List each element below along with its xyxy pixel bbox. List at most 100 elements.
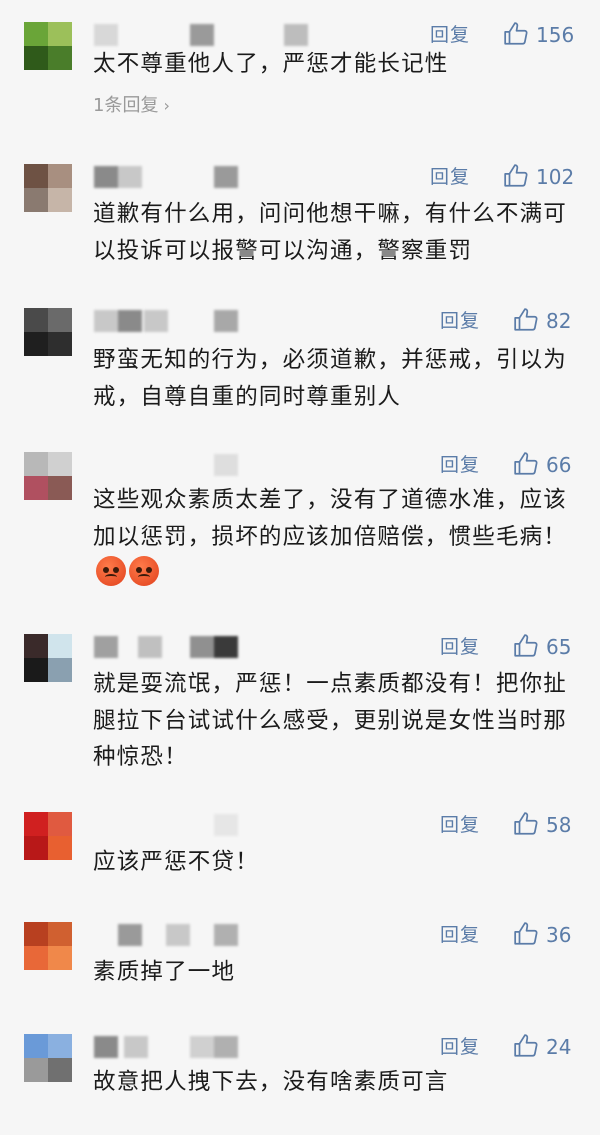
avatar-tile	[48, 452, 72, 476]
avatar-tile	[24, 332, 48, 356]
avatar[interactable]	[24, 308, 72, 356]
avatar-tile	[24, 22, 48, 46]
username-pixel-block	[138, 636, 162, 658]
username-pixel-block	[214, 454, 238, 476]
comment-text: 道歉有什么用，问问他想干嘛，有什么不满可以投诉可以报警可以沟通，警察重罚	[93, 201, 568, 264]
avatar-tile	[48, 46, 72, 70]
avatar-tile	[24, 188, 48, 212]
like-count: 65	[546, 635, 572, 659]
avatar-tile	[24, 1034, 48, 1058]
like-count: 66	[546, 453, 572, 477]
avatar-tile	[24, 946, 48, 970]
reply-button[interactable]: 回复	[440, 452, 480, 478]
avatar[interactable]	[24, 812, 72, 860]
comment-text: 这些观众素质太差了，没有了道德水准，应该加以惩罚，损坏的应该加倍赔偿，惯些毛病！	[93, 482, 573, 592]
username-pixel-block	[214, 636, 238, 658]
avatar[interactable]	[24, 452, 72, 500]
username-blurred[interactable]	[94, 636, 254, 660]
avatar[interactable]	[24, 22, 72, 70]
username-pixel-block	[214, 814, 238, 836]
reply-button[interactable]: 回复	[440, 812, 480, 838]
avatar[interactable]	[24, 922, 72, 970]
thumbs-up-icon[interactable]	[513, 811, 539, 837]
username-pixel-block	[284, 24, 308, 46]
comment-text: 就是耍流氓，严惩！一点素质都没有！把你扯腿拉下台试试什么感受，更别说是女性当时那…	[93, 671, 568, 770]
username-pixel-block	[190, 24, 214, 46]
avatar-tile	[48, 22, 72, 46]
username-pixel-block	[94, 636, 118, 658]
avatar-tile	[24, 1058, 48, 1082]
avatar-tile	[24, 452, 48, 476]
avatar-tile	[48, 812, 72, 836]
reply-button[interactable]: 回复	[440, 922, 480, 948]
avatar-tile	[48, 308, 72, 332]
comment-text-content: 这些观众素质太差了，没有了道德水准，应该加以惩罚，损坏的应该加倍赔偿，惯些毛病！	[93, 487, 568, 550]
reply-button[interactable]: 回复	[430, 164, 470, 190]
thumbs-up-icon[interactable]	[503, 21, 529, 47]
username-blurred[interactable]	[94, 310, 254, 334]
username-blurred[interactable]	[94, 454, 254, 478]
like-count: 24	[546, 1035, 572, 1059]
like-count: 156	[536, 23, 575, 47]
angry-face-icon	[96, 556, 126, 586]
username-pixel-block	[214, 166, 238, 188]
avatar-tile	[48, 1058, 72, 1082]
avatar-tile	[48, 476, 72, 500]
username-pixel-block	[214, 1036, 238, 1058]
username-pixel-block	[94, 310, 118, 332]
username-pixel-block	[144, 310, 168, 332]
avatar-tile	[24, 164, 48, 188]
avatar[interactable]	[24, 1034, 72, 1082]
avatar[interactable]	[24, 634, 72, 682]
avatar-tile	[48, 332, 72, 356]
avatar-tile	[48, 188, 72, 212]
thumbs-up-icon[interactable]	[513, 1033, 539, 1059]
comment-text: 故意把人拽下去，没有啥素质可言	[93, 1069, 449, 1095]
avatar-tile	[24, 634, 48, 658]
like-count: 102	[536, 165, 575, 189]
reply-button[interactable]: 回复	[430, 22, 470, 48]
comment-text: 野蛮无知的行为，必须道歉，并惩戒，引以为戒，自尊自重的同时尊重别人	[93, 347, 568, 410]
username-pixel-block	[94, 166, 118, 188]
avatar[interactable]	[24, 164, 72, 212]
avatar-tile	[24, 836, 48, 860]
comment-text: 素质掉了一地	[93, 959, 236, 985]
thumbs-up-icon[interactable]	[513, 307, 539, 333]
username-blurred[interactable]	[94, 814, 254, 838]
username-pixel-block	[94, 24, 118, 46]
chevron-right-icon: ›	[158, 96, 170, 115]
username-pixel-block	[166, 924, 190, 946]
thumbs-up-icon[interactable]	[513, 633, 539, 659]
avatar-tile	[48, 658, 72, 682]
avatar-tile	[24, 46, 48, 70]
view-replies-link[interactable]: 1条回复 ›	[93, 94, 170, 118]
username-blurred[interactable]	[94, 924, 254, 948]
username-blurred[interactable]	[94, 1036, 254, 1060]
username-pixel-block	[214, 924, 238, 946]
username-pixel-block	[118, 166, 142, 188]
thumbs-up-icon[interactable]	[513, 451, 539, 477]
avatar-tile	[24, 308, 48, 332]
comment-text: 应该严惩不贷！	[93, 849, 259, 875]
avatar-tile	[48, 1034, 72, 1058]
username-pixel-block	[190, 1036, 214, 1058]
username-pixel-block	[118, 310, 142, 332]
username-pixel-block	[124, 1036, 148, 1058]
reply-button[interactable]: 回复	[440, 634, 480, 660]
username-blurred[interactable]	[94, 24, 308, 48]
thumbs-up-icon[interactable]	[503, 163, 529, 189]
angry-face-icon	[129, 556, 159, 586]
like-count: 36	[546, 923, 572, 947]
avatar-tile	[24, 922, 48, 946]
thumbs-up-icon[interactable]	[513, 921, 539, 947]
reply-button[interactable]: 回复	[440, 308, 480, 334]
like-count: 82	[546, 309, 572, 333]
username-pixel-block	[118, 924, 142, 946]
avatar-tile	[48, 164, 72, 188]
reply-button[interactable]: 回复	[440, 1034, 480, 1060]
avatar-tile	[48, 922, 72, 946]
avatar-tile	[24, 476, 48, 500]
username-blurred[interactable]	[94, 166, 254, 190]
username-pixel-block	[190, 636, 214, 658]
avatar-tile	[48, 836, 72, 860]
